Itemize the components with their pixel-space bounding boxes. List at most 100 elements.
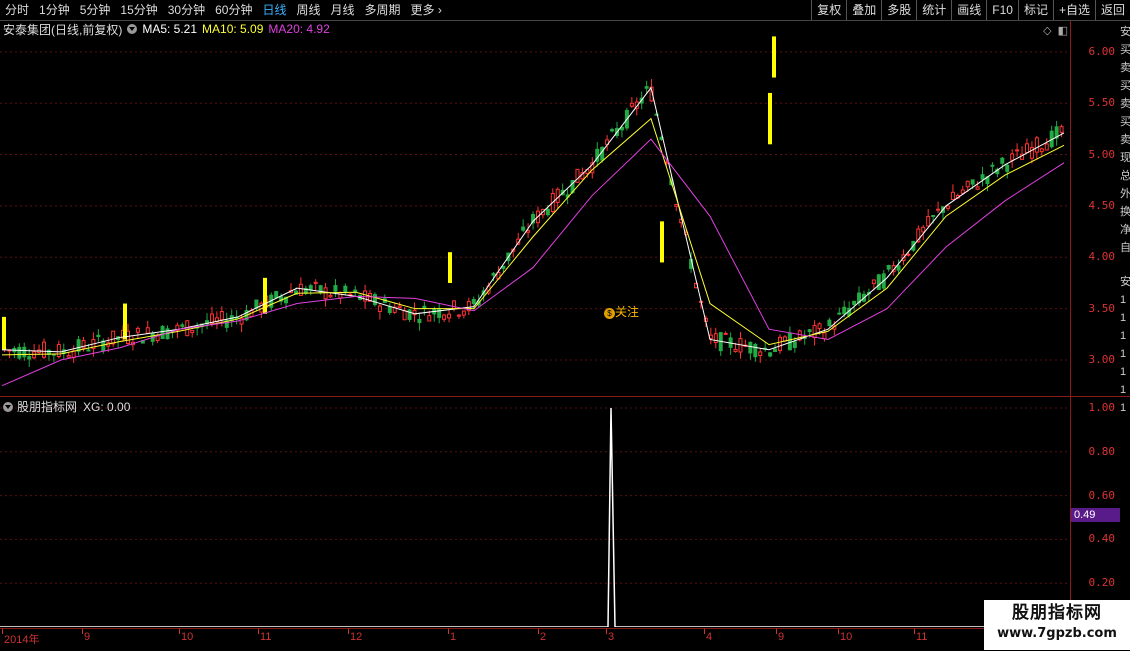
- tab-period[interactable]: 月线: [326, 0, 360, 20]
- date-tick: [258, 629, 259, 634]
- candle-body: [792, 341, 797, 348]
- candle-body: [96, 334, 101, 338]
- candle-body: [461, 310, 466, 316]
- strip-char: 1: [1120, 366, 1127, 378]
- ma10-label: MA10: 5.09: [202, 22, 264, 36]
- signal-bar: [263, 277, 267, 314]
- strip-char: 1: [1120, 402, 1127, 414]
- strip-char: 1: [1120, 330, 1127, 342]
- watermark-url: www.7gpzb.com: [997, 626, 1117, 641]
- tab-period[interactable]: 周线: [291, 0, 325, 20]
- candle-body: [600, 146, 605, 161]
- signal-bar: [660, 221, 664, 263]
- candle-body: [145, 327, 150, 334]
- more-menu[interactable]: 更多 ›: [406, 0, 447, 20]
- candle-body: [101, 340, 106, 352]
- price-tick: 3.00: [1088, 353, 1116, 367]
- date-label: 10: [181, 631, 194, 643]
- tab-period[interactable]: 1分钟: [34, 0, 75, 20]
- candle-body: [555, 188, 560, 203]
- candle-body: [27, 356, 32, 360]
- watermark: 股朋指标网 www.7gpzb.com: [984, 600, 1130, 650]
- date-tick: [776, 629, 777, 634]
- signal-bar: [123, 303, 127, 340]
- strip-char: 买: [1120, 116, 1130, 128]
- strip-char: 卖: [1120, 98, 1130, 110]
- tool-buttons: 复权 叠加 多股 统计 画线 F10 标记 +自选 返回: [811, 0, 1130, 20]
- candle-body: [1059, 126, 1064, 133]
- candle-body: [629, 102, 634, 107]
- window-toggle-icon[interactable]: ◧: [1058, 24, 1068, 37]
- candle-body: [442, 314, 447, 320]
- statistics-button[interactable]: 统计: [916, 0, 951, 20]
- add-watchlist-button[interactable]: +自选: [1052, 0, 1095, 20]
- indicator-tick: 0.60: [1088, 488, 1116, 502]
- mark-button[interactable]: 标记: [1017, 0, 1053, 20]
- date-tick: [914, 629, 915, 634]
- candles: [2, 36, 1064, 367]
- tab-period[interactable]: 分时: [0, 0, 34, 20]
- candle-body: [407, 309, 412, 320]
- candle-body: [723, 332, 728, 335]
- indicator-chart[interactable]: [0, 397, 1070, 627]
- main-price-axis: 6.00 5.50 5.00 4.50 4.00 3.50 3.00: [1070, 21, 1121, 396]
- period-tabs: 分时 1分钟 5分钟 15分钟 30分钟 60分钟 日线 周线 月线 多周期 更…: [0, 0, 447, 20]
- sub-grid: [0, 407, 1070, 584]
- date-tick: [2, 629, 3, 634]
- draw-line-button[interactable]: 画线: [951, 0, 986, 20]
- money-bag-icon: $: [604, 308, 615, 319]
- date-label: 9: [84, 631, 91, 643]
- signal-bar: [2, 316, 6, 350]
- candle-body: [896, 265, 901, 271]
- candle-body: [135, 327, 140, 333]
- strip-char: 现: [1120, 152, 1130, 164]
- strip-char: 买: [1120, 44, 1130, 56]
- tab-period[interactable]: 30分钟: [163, 0, 210, 20]
- tab-period[interactable]: 15分钟: [115, 0, 162, 20]
- date-label: 1: [450, 631, 457, 643]
- indicator-settings-icon[interactable]: [3, 401, 13, 412]
- back-button[interactable]: 返回: [1094, 0, 1130, 20]
- candle-body: [827, 319, 832, 327]
- fuquan-button[interactable]: 复权: [811, 0, 846, 20]
- candle-body: [926, 216, 931, 227]
- candle-body: [975, 186, 980, 190]
- candle-body: [42, 341, 47, 358]
- tab-period[interactable]: 多周期: [360, 0, 406, 20]
- signal-bar: [772, 36, 776, 78]
- date-tick: [606, 629, 607, 634]
- candle-body: [733, 348, 738, 353]
- ma20-label: MA20: 4.92: [268, 22, 330, 36]
- f10-button[interactable]: F10: [986, 0, 1018, 20]
- date-tick: [82, 629, 83, 634]
- chevron-right-icon: ›: [437, 3, 442, 17]
- strip-char: 换: [1120, 206, 1130, 218]
- candle-body: [773, 348, 778, 353]
- candle-body: [945, 205, 950, 209]
- candle-body: [22, 346, 27, 358]
- date-label: 4: [706, 631, 713, 643]
- candle-body: [950, 191, 955, 201]
- candle-body: [787, 332, 792, 351]
- attention-marker[interactable]: $ 关注: [604, 303, 639, 320]
- tab-period[interactable]: 5分钟: [75, 0, 116, 20]
- multi-stock-button[interactable]: 多股: [881, 0, 916, 20]
- candle-body: [886, 264, 891, 270]
- overlay-button[interactable]: 叠加: [846, 0, 881, 20]
- settings-circle-icon[interactable]: [127, 24, 138, 34]
- tab-period-active[interactable]: 日线: [257, 0, 291, 20]
- price-tick: 6.00: [1088, 44, 1116, 58]
- candle-body: [812, 324, 817, 339]
- tab-period[interactable]: 60分钟: [210, 0, 257, 20]
- candle-body: [298, 283, 303, 296]
- candle-body: [990, 164, 995, 167]
- candlestick-chart[interactable]: [0, 21, 1070, 396]
- date-label: 10: [840, 631, 853, 643]
- candle-body: [308, 285, 313, 291]
- xg-label: XG: 0.00: [83, 399, 131, 414]
- diamond-icon[interactable]: ◇: [1043, 24, 1051, 37]
- candle-body: [1010, 153, 1015, 161]
- candle-body: [111, 330, 116, 345]
- chart-corner-controls: ◇ ◧: [1037, 24, 1068, 37]
- strip-char: 1: [1120, 312, 1127, 324]
